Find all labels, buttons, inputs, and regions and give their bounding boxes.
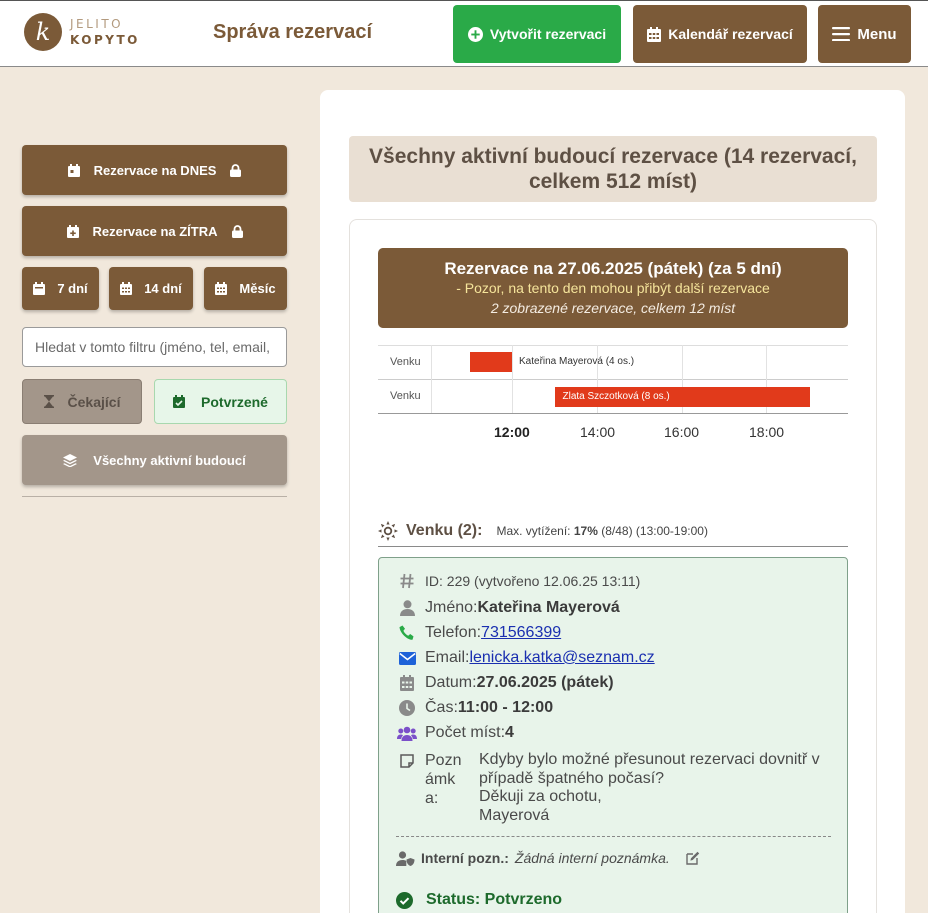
calendar-grid-icon [215, 282, 228, 295]
calendar-icon [400, 675, 414, 691]
filter-all-future-button[interactable]: Všechny aktivní budoucí [22, 435, 287, 485]
filter-month-label: Měsíc [239, 281, 276, 296]
calendar-check-icon [173, 395, 186, 408]
calendar-icon [33, 282, 46, 295]
filter-7-days-label: 7 dní [57, 281, 88, 296]
user-shield-icon [396, 850, 415, 866]
plus-circle-icon [467, 26, 483, 42]
filter-confirmed-button[interactable]: Potvrzené [154, 379, 287, 424]
reservation-id: ID: 229 (vytvořeno 12.06.25 13:11) [396, 573, 640, 589]
logo-line2: KOPYTO [70, 33, 140, 47]
phone-icon [399, 625, 414, 640]
layers-icon [63, 453, 78, 467]
logo-line1: JELITO [70, 17, 124, 31]
clock-icon [399, 700, 415, 716]
logo-mark: k [24, 13, 62, 51]
internal-note-text: Žádná interní poznámka. [514, 850, 670, 866]
top-header: k JELITO KOPYTO Správa rezervací Vytvoři… [0, 0, 928, 67]
timeline-bar[interactable] [469, 352, 512, 372]
phone-link[interactable]: 731566399 [481, 624, 561, 642]
filter-pending-label: Čekající [67, 393, 121, 410]
day-warning: - Pozor, na tento den mohou přibýt další… [456, 280, 770, 296]
filter-today-label: Rezervace na DNES [93, 162, 217, 178]
reservation-card[interactable]: ID: 229 (vytvořeno 12.06.25 13:11) Jméno… [378, 557, 848, 913]
timeline-bar-label: Kateřina Mayerová (4 os.) [519, 356, 635, 367]
area-occupancy: Max. vytížení: 17% (8/48) (13:00-19:00) [496, 524, 708, 538]
search-input[interactable] [22, 327, 287, 367]
email-link[interactable]: lenicka.katka@seznam.cz [469, 649, 654, 667]
reservation-status: Status: Potvrzeno [396, 891, 562, 909]
reservation-phone: Telefon: 731566399 [396, 624, 561, 642]
filter-14-days-label: 14 dní [144, 281, 182, 296]
calendar-label: Kalendář rezervací [668, 26, 793, 42]
note-text-line: Kdyby bylo možné přesunout rezervaci dov… [479, 751, 820, 787]
menu-label: Menu [857, 25, 897, 43]
filter-7-days-button[interactable]: 7 dní [22, 267, 99, 310]
filter-tomorrow-button[interactable]: Rezervace na ZÍTRA [22, 206, 287, 256]
page-title: Všechny aktivní budoucí rezervace (14 re… [349, 136, 877, 202]
note-divider [396, 836, 831, 837]
reservation-seats: Počet míst: 4 [396, 724, 514, 742]
reservation-note: Poznámka: Kdyby bylo možné přesunout rez… [396, 751, 839, 825]
app-title: Správa rezervací [213, 21, 373, 43]
check-circle-icon [396, 891, 413, 909]
create-reservation-label: Vytvořit rezervaci [489, 26, 607, 42]
hourglass-icon [43, 395, 54, 408]
user-icon [399, 600, 415, 616]
sticky-note-icon [400, 754, 414, 768]
filter-tomorrow-label: Rezervace na ZÍTRA [92, 223, 218, 239]
note-text-line: Mayerová [479, 806, 550, 824]
sidebar-divider [22, 496, 287, 497]
logo[interactable]: k JELITO KOPYTO [24, 13, 140, 51]
hamburger-icon [832, 27, 851, 41]
calendar-button[interactable]: Kalendář rezervací [633, 5, 807, 63]
lock-icon [231, 224, 243, 238]
timeline-tick: 16:00 [664, 424, 700, 440]
sun-icon [378, 521, 398, 541]
internal-note-label: Interní pozn.: [421, 850, 509, 866]
area-section-header: Venku (2): Max. vytížení: 17% (8/48) (13… [378, 516, 848, 547]
day-heading: Rezervace na 27.06.2025 (pátek) (za 5 dn… [444, 259, 782, 278]
lock-icon [230, 163, 242, 177]
reservation-email: Email: lenicka.katka@seznam.cz [396, 649, 655, 667]
reservation-date: Datum: 27.06.2025 (pátek) [396, 674, 614, 692]
calendar-plus-icon [66, 224, 79, 238]
reservation-time: Čas: 11:00 - 12:00 [396, 699, 553, 717]
edit-icon[interactable] [686, 851, 700, 865]
calendar-icon [647, 26, 662, 42]
users-icon [397, 726, 417, 741]
timeline-tick: 18:00 [749, 424, 785, 440]
area-name: Venku (2): [406, 522, 483, 539]
internal-note: Interní pozn.: Žádná interní poznámka. [396, 850, 700, 866]
envelope-icon [398, 651, 416, 665]
timeline-gridline [512, 345, 513, 413]
timeline-tick: 12:00 [494, 424, 530, 440]
filter-confirmed-label: Potvrzené [201, 393, 268, 410]
calendar-day-icon [67, 163, 80, 177]
reservation-name: Jméno: Kateřina Mayerová [396, 599, 620, 617]
menu-button[interactable]: Menu [818, 5, 911, 63]
hashtag-icon [400, 573, 414, 589]
filter-today-button[interactable]: Rezervace na DNES [22, 145, 287, 195]
create-reservation-button[interactable]: Vytvořit rezervaci [453, 5, 621, 63]
filter-pending-button[interactable]: Čekající [22, 379, 142, 424]
calendar-grid-icon [120, 282, 133, 295]
timeline-gridline [431, 345, 432, 413]
day-header: Rezervace na 27.06.2025 (pátek) (za 5 dn… [378, 248, 848, 328]
day-summary: 2 zobrazené rezervace, celkem 12 míst [490, 300, 736, 316]
note-text-line: Děkuji za ochotu, [479, 788, 602, 805]
filter-month-button[interactable]: Měsíc [204, 267, 287, 310]
timeline-row-area: Venku [390, 356, 421, 368]
note-label: Poznámka: [425, 752, 462, 807]
timeline-tick: 14:00 [580, 424, 616, 440]
timeline-bar-label: Zlata Szczotková (8 os.) [562, 391, 670, 402]
filter-all-future-label: Všechny aktivní budoucí [93, 452, 246, 468]
timeline-row-area: Venku [390, 390, 421, 402]
filter-14-days-button[interactable]: 14 dní [109, 267, 193, 310]
